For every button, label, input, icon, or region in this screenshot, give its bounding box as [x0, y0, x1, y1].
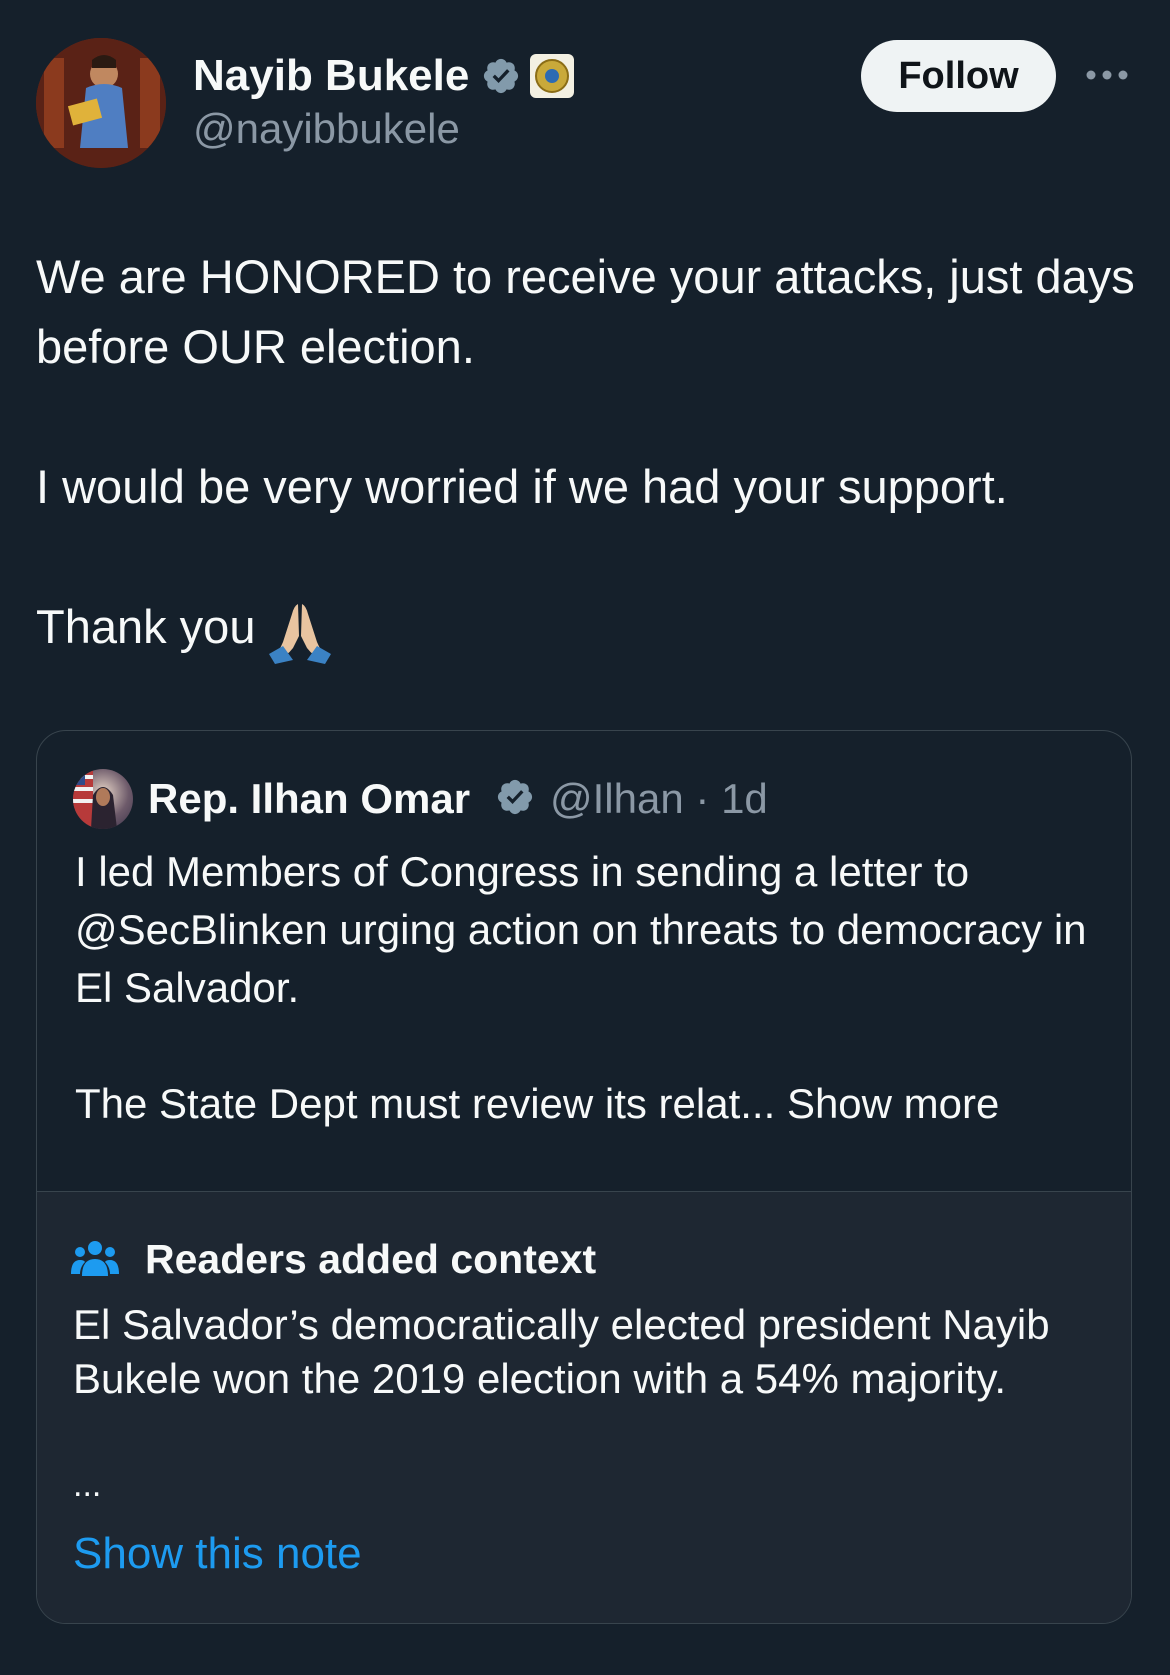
meta-separator: · [695, 775, 710, 822]
readers-group-icon [71, 1241, 119, 1276]
community-note-text: El Salvador’s democratically elected pre… [73, 1301, 1050, 1402]
el-salvador-seal-icon[interactable] [530, 54, 574, 98]
quoted-text-para-1: I led Members of Congress in sending a l… [75, 848, 1087, 1011]
quoted-handle[interactable]: @Ilhan [550, 775, 684, 822]
community-note[interactable]: Readers added context El Salvador’s demo… [37, 1191, 1131, 1623]
tweet-line-2: I would be very worried if we had your s… [36, 460, 1008, 513]
show-more-link[interactable]: Show more [787, 1080, 999, 1127]
quoted-avatar[interactable] [73, 769, 133, 829]
tweet-text: We are HONORED to receive your attacks, … [36, 242, 1136, 664]
verified-badge-icon [483, 58, 519, 94]
quoted-verified-badge-icon [497, 779, 533, 815]
thank-you-text: Thank you [36, 600, 256, 653]
quoted-meta: @Ilhan · 1d [550, 771, 768, 827]
quoted-text: I led Members of Congress in sending a l… [75, 843, 1095, 1133]
author-name[interactable]: Nayib Bukele [193, 50, 469, 102]
more-options-icon[interactable] [1084, 60, 1130, 90]
author-avatar[interactable] [36, 38, 166, 168]
quoted-text-para-2: The State Dept must review its relat... … [75, 1075, 1095, 1133]
quoted-truncated-text: The State Dept must review its relat... [75, 1080, 776, 1127]
community-note-ellipsis: ... [73, 1466, 102, 1504]
author-handle[interactable]: @nayibbukele [193, 104, 460, 154]
community-note-title: Readers added context [145, 1236, 597, 1282]
folded-hands-icon [269, 603, 332, 664]
quoted-tweet[interactable]: Rep. Ilhan Omar @Ilhan · 1d I led Member… [36, 730, 1132, 1624]
tweet-line-3: Thank you [36, 592, 1136, 664]
follow-button[interactable]: Follow [861, 40, 1056, 112]
tweet-line-1: We are HONORED to receive your attacks, … [36, 250, 1135, 373]
quoted-author-name[interactable]: Rep. Ilhan Omar [148, 771, 470, 827]
quoted-timestamp[interactable]: 1d [721, 775, 768, 822]
show-this-note-link[interactable]: Show this note [73, 1526, 362, 1582]
